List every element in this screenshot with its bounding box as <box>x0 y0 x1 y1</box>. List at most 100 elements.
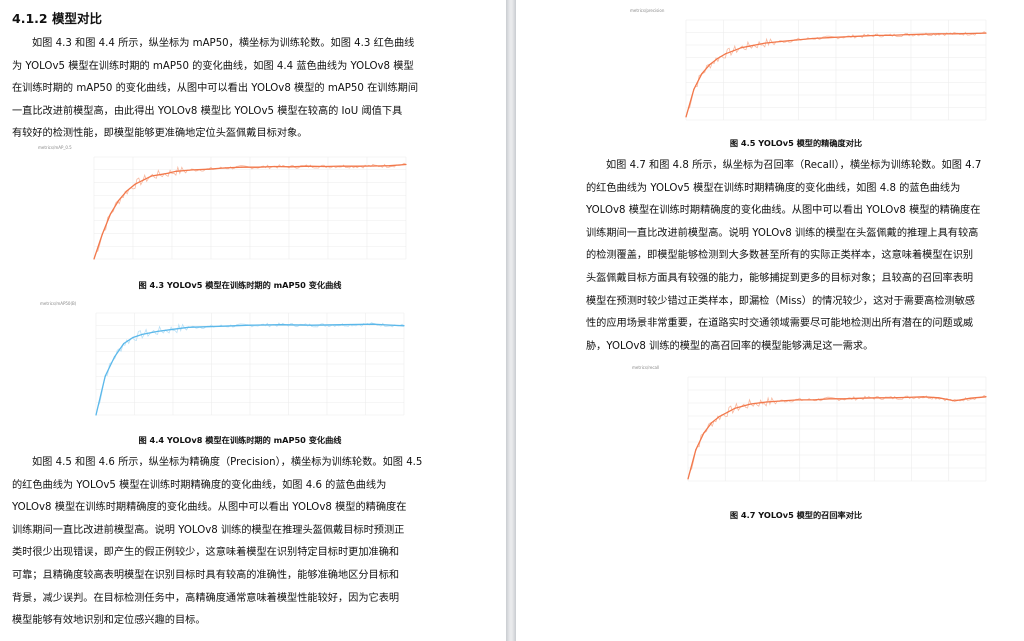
data-point <box>732 50 734 52</box>
data-point <box>685 116 687 118</box>
data-point <box>218 325 220 327</box>
data-point <box>249 324 251 326</box>
paragraph-line: 模型在预测时较少错过正类样本，即漏检（Miss）的情况较少，这对于需要高检测敏感 <box>586 295 975 307</box>
data-point <box>922 396 924 398</box>
paragraph-line: 性的应用场景非常重要，在道路实时交通领域需要尽可能地检测出所有潜在的问题或威 <box>586 318 974 330</box>
data-point <box>764 42 766 44</box>
paragraph-line: 胁，YOLOv8 训练的模型的高召回率的模型能够满足这一需求。 <box>586 340 874 352</box>
chart-fig-4-7-svg: metrics/recall <box>632 365 987 482</box>
paragraph-line: 训练期间一直比改进前模型高。说明 YOLOv8 训练的模型在推理头盔佩戴目标时预… <box>12 524 405 536</box>
data-point <box>938 397 940 399</box>
caption-fig-4-5: 图 4.5 YOLOv5 模型的精确度对比 <box>729 138 863 148</box>
data-point <box>257 166 259 168</box>
paragraph-line: 训练期间一直比改进前模型高。说明 YOLOv8 训练的模型在头盔佩戴的推理上具有… <box>586 227 979 239</box>
data-point <box>726 411 728 413</box>
caption-fig-4-4: 图 4.4 YOLOv8 模型在训练时期的 mAP50 变化曲线 <box>138 435 342 445</box>
data-point <box>150 175 153 177</box>
data-point <box>123 343 125 345</box>
data-point <box>859 397 862 399</box>
data-point <box>748 45 750 47</box>
data-point <box>716 57 719 60</box>
data-point <box>954 400 956 402</box>
data-point <box>874 34 877 36</box>
data-point <box>985 32 987 34</box>
page-gutter <box>506 0 516 641</box>
data-point <box>843 36 845 38</box>
paragraph-line: 为 YOLOv5 模型在训练时期的 mAP50 的变化曲线，如图 4.4 蓝色曲… <box>12 60 414 72</box>
data-point <box>109 213 112 215</box>
data-point <box>969 397 971 399</box>
data-point <box>891 397 893 399</box>
document-page-right: metrics/precision 图 4.5 YOLOv5 模型的精确度对比 … <box>516 0 1024 641</box>
data-point <box>132 336 134 339</box>
data-point <box>780 40 782 43</box>
paragraph-line: 如图 4.5 和图 4.6 所示，纵坐标为精确度（Precision），横坐标为… <box>32 457 423 468</box>
chart-fig-4-4: metrics/mAP50(B) <box>38 299 408 427</box>
data-point <box>827 37 829 39</box>
chart-title: metrics/precision <box>630 8 665 13</box>
data-point <box>812 399 815 401</box>
data-point <box>191 169 194 171</box>
data-point <box>922 33 924 35</box>
chart-fig-4-3-svg: metrics/mAP_0.5 <box>38 145 407 260</box>
data-point <box>104 375 106 377</box>
data-point <box>113 356 116 358</box>
data-point <box>795 39 798 41</box>
data-point <box>906 34 908 36</box>
chart-fig-4-4-svg: metrics/mAP50(B) <box>40 301 405 416</box>
data-point <box>311 324 313 326</box>
data-point <box>101 233 103 236</box>
data-point <box>323 165 325 168</box>
paragraph-precision: 如图 4.5 和图 4.6 所示，纵坐标为精确度（Precision），横坐标为… <box>12 452 482 633</box>
data-point <box>241 166 243 168</box>
data-point <box>157 330 159 332</box>
data-point <box>985 396 987 398</box>
data-point <box>388 165 391 167</box>
data-point <box>134 183 136 185</box>
data-point <box>875 397 877 399</box>
data-point <box>274 165 276 168</box>
data-point <box>159 174 161 176</box>
chart-fig-4-5-svg: metrics/precision <box>630 8 987 121</box>
data-point <box>844 398 846 400</box>
data-point <box>890 34 892 36</box>
paragraph-line: 一直比改进前模型高，由此得出 YOLOv8 模型比 YOLOv5 模型在较高的 … <box>12 105 403 117</box>
data-point <box>172 328 174 330</box>
data-point <box>403 325 405 327</box>
data-point <box>224 167 226 169</box>
data-point <box>187 326 189 328</box>
document-page-left: 4.1.2 模型对比 如图 4.3 和图 4.4 所示，纵坐标为 mAP50，横… <box>0 0 506 641</box>
data-point <box>405 163 407 166</box>
data-point <box>828 398 830 400</box>
paragraph-line: 头盔佩戴目标方面具有较强的能力，能够捕捉到更多的目标对象；且较高的召回率表明 <box>586 272 974 284</box>
data-point <box>126 190 128 192</box>
data-point <box>372 323 374 325</box>
paragraph-line: 如图 4.3 和图 4.4 所示，纵坐标为 mAP50，横坐标为训练轮数。如图 … <box>32 38 415 49</box>
data-point <box>142 179 144 181</box>
data-point <box>701 73 703 75</box>
data-point <box>372 165 374 167</box>
data-point <box>693 88 695 90</box>
data-point <box>141 333 143 336</box>
paragraph-line: 的检测覆盖，即模型能够检测到大多数甚至所有的实际正类样本，这意味着模型在识别 <box>586 250 974 262</box>
data-point <box>687 478 689 480</box>
data-point <box>724 53 727 55</box>
data-point <box>167 172 169 174</box>
data-point <box>750 403 752 405</box>
data-point <box>742 405 744 407</box>
caption-fig-4-7: 图 4.7 YOLOv5 模型的召回率对比 <box>729 510 863 520</box>
data-point <box>797 399 799 401</box>
paragraph-line: YOLOv8 模型在训练时期精确度的变化曲线。从图中可以看出 YOLOv8 模型… <box>12 502 407 514</box>
data-point <box>709 64 711 66</box>
data-point <box>208 168 210 170</box>
data-point <box>95 414 97 416</box>
caption-fig-4-3: 图 4.3 YOLOv5 模型在训练时期的 mAP50 变化曲线 <box>138 280 342 290</box>
data-point <box>781 400 783 402</box>
data-point <box>695 449 697 451</box>
data-point <box>703 432 705 434</box>
data-point <box>118 199 120 202</box>
data-point <box>280 324 282 326</box>
chart-title: metrics/mAP_0.5 <box>38 145 72 150</box>
chart-title: metrics/recall <box>632 365 659 370</box>
paragraph-line: 如图 4.7 和图 4.8 所示，纵坐标为召回率（Recall），横坐标为训练轮… <box>606 160 982 171</box>
